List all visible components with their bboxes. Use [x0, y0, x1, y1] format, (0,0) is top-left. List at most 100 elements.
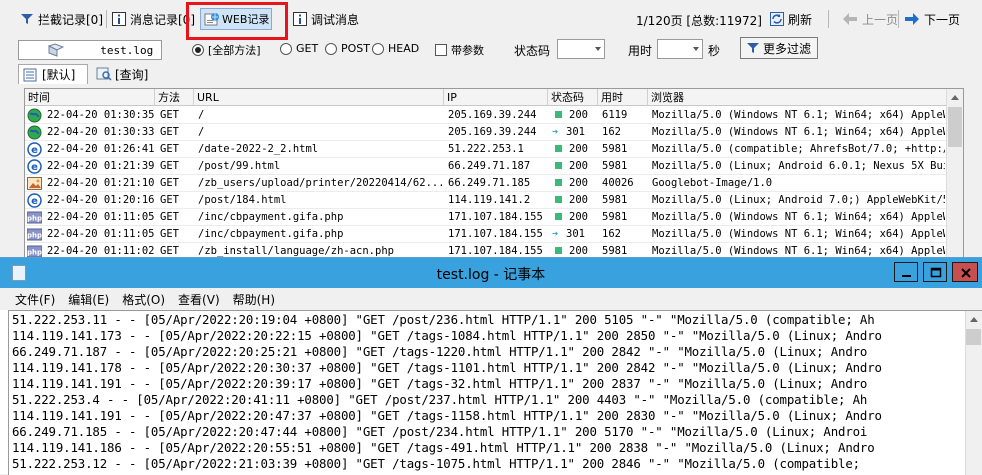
maximize-button[interactable] — [923, 262, 947, 282]
status-code-value: 200 — [569, 143, 588, 155]
refresh-button[interactable]: 刷新 — [770, 10, 812, 28]
cell-method: GET — [160, 211, 179, 223]
log-line: 66.249.71.185 - - [05/Apr/2022:20:47:44 … — [12, 424, 868, 439]
tab-query[interactable]: [查询] — [92, 64, 172, 84]
status-ok-icon — [555, 145, 562, 152]
php-icon: php — [26, 244, 43, 257]
table-row[interactable]: 22-04-20 01:30:33 GET / 205.169.39.244 ➔ 301 1… — [25, 124, 963, 141]
cell-method: GET — [160, 126, 179, 138]
radio-all-methods[interactable]: [全部方法] — [192, 42, 261, 58]
table-row[interactable]: e 22-04-20 01:21:39 GET/post/99.html 66.249… — [25, 158, 963, 175]
log-line: 51.222.253.12 - - [05/Apr/2022:21:03:39 … — [12, 456, 868, 471]
page-info: 1/120页 [总数:11972] — [636, 14, 762, 28]
cell-status: 200 — [550, 158, 598, 175]
radio-post[interactable]: POST — [325, 42, 370, 55]
status-ok-icon — [555, 247, 562, 254]
scroll-thumb[interactable] — [966, 329, 981, 345]
more-filter-button[interactable]: 更多过滤 — [740, 37, 818, 59]
ie-icon: e — [27, 159, 42, 174]
table-header: 时间 方法 URL IP 状态码 用时 浏览器 — [25, 89, 963, 106]
log-line: 114.119.141.191 - - [05/Apr/2022:20:39:1… — [12, 376, 868, 391]
image-icon — [27, 176, 42, 191]
cell-time: 22-04-20 01:20:16 — [47, 194, 155, 206]
radio-get[interactable]: GET — [280, 42, 318, 55]
toolbar-divider — [898, 10, 899, 28]
globe-icon — [27, 108, 42, 123]
table-row[interactable]: 22-04-20 01:21:10 GET/zb_users/upload/pri… — [25, 175, 963, 192]
ie-icon: e — [27, 193, 42, 208]
status-code-value: 200 — [569, 194, 588, 206]
menu-view[interactable]: 查看(V) — [178, 291, 220, 308]
radio-head[interactable]: HEAD — [372, 42, 419, 55]
log-file-selector[interactable]: test.log — [18, 40, 162, 60]
column-header-time[interactable]: 时间 — [25, 89, 155, 106]
cell-url: /post/184.html — [198, 194, 287, 206]
seconds-label: 秒 — [708, 44, 721, 58]
scroll-up-icon[interactable] — [970, 317, 978, 322]
cell-duration: 5981 — [602, 194, 628, 206]
cell-ip: 66.249.71.185 — [448, 177, 531, 189]
cell-ip: 205.169.39.244 — [448, 109, 537, 121]
minimize-button[interactable] — [894, 262, 918, 282]
prev-page-label: 上一页 — [862, 12, 899, 27]
notepad-text-area[interactable]: 51.222.253.11 - - [05/Apr/2022:20:19:04 … — [8, 310, 982, 475]
cell-ip: 171.107.184.155 — [448, 228, 543, 240]
log-file-name: test.log — [100, 43, 154, 57]
table-row[interactable]: php 22-04-20 01:11:05 GET/inc/cbpayment.gi… — [25, 209, 963, 226]
column-header-ip[interactable]: IP — [444, 89, 548, 106]
menu-help[interactable]: 帮助(H) — [233, 291, 275, 308]
status-code-value: 301 — [566, 228, 585, 240]
tab-default[interactable]: [默认] — [18, 64, 88, 84]
cell-duration: 6119 — [602, 109, 628, 121]
cell-status: 200 — [550, 243, 598, 257]
status-code-select[interactable] — [557, 39, 605, 59]
cell-browser: Mozilla/5.0 (Windows NT 6.1; Win64; x64)… — [652, 228, 945, 240]
table-row[interactable]: php 22-04-20 01:11:02 GET/zb_install/langu… — [25, 243, 963, 257]
column-header-browser[interactable]: 浏览器 — [648, 89, 948, 106]
message-records-button[interactable]: 消息记录[0] — [112, 10, 195, 28]
column-header-status[interactable]: 状态码 — [548, 89, 598, 106]
table-scrollbar[interactable] — [946, 89, 963, 257]
table-row[interactable]: 22-04-20 01:30:35 GET / 205.169.39.244 200 61… — [25, 107, 963, 124]
more-filter-label: 更多过滤 — [762, 41, 811, 56]
table-row[interactable]: e 22-04-20 01:26:41 GET/date-2022-2_2.html… — [25, 141, 963, 158]
time-select[interactable] — [657, 39, 703, 59]
column-header-method[interactable]: 方法 — [155, 89, 194, 106]
cell-method: GET — [160, 177, 179, 189]
table-row[interactable]: php 22-04-20 01:11:05 GET/inc/cbpayment.gi… — [25, 226, 963, 243]
cell-url: /inc/cbpayment.gifa.php — [198, 211, 344, 223]
scroll-up-icon[interactable] — [951, 95, 959, 100]
next-page-button[interactable]: 下一页 — [904, 10, 960, 28]
scroll-thumb[interactable] — [948, 107, 962, 147]
status-code-value: 200 — [569, 160, 588, 172]
debug-messages-button[interactable]: 调试消息 — [293, 10, 359, 28]
cell-url: / — [198, 109, 205, 121]
menu-format[interactable]: 格式(O) — [122, 291, 165, 308]
cell-time: 22-04-20 01:26:41 — [47, 143, 155, 155]
menu-edit[interactable]: 编辑(E) — [68, 291, 109, 308]
checkbox-box — [435, 44, 447, 56]
redirect-arrow-icon: ➔ — [552, 228, 559, 240]
close-button[interactable] — [952, 262, 978, 282]
table-row[interactable]: e 22-04-20 01:20:16 GET/post/184.html 114.1… — [25, 192, 963, 209]
cell-method: GET — [160, 160, 179, 172]
cell-method: GET — [160, 245, 179, 257]
radio-label: [全部方法] — [208, 44, 261, 57]
status-code-value: 200 — [569, 245, 588, 257]
svg-text:php: php — [27, 215, 42, 223]
menu-file[interactable]: 文件(F) — [15, 291, 55, 308]
intercept-records-button[interactable]: 拦截记录[0] — [20, 10, 103, 28]
column-header-url[interactable]: URL — [194, 89, 444, 106]
cell-url: /zb_install/language/zh-acn.php — [198, 245, 394, 257]
time-label: 用时 — [628, 44, 653, 58]
column-header-duration[interactable]: 用时 — [598, 89, 648, 106]
notepad-titlebar[interactable]: test.log - 记事本 — [0, 258, 982, 288]
log-line: 114.119.141.186 - - [05/Apr/2022:20:55:5… — [12, 440, 875, 455]
prev-page-button[interactable]: 上一页 — [842, 10, 898, 28]
notepad-scrollbar[interactable] — [965, 311, 982, 475]
with-params-checkbox[interactable]: 带参数 — [435, 42, 484, 58]
cell-duration: 5981 — [602, 160, 628, 172]
cell-url: /inc/cbpayment.gifa.php — [198, 228, 344, 240]
debug-icon — [293, 12, 307, 26]
status-code-value: 200 — [569, 211, 588, 223]
